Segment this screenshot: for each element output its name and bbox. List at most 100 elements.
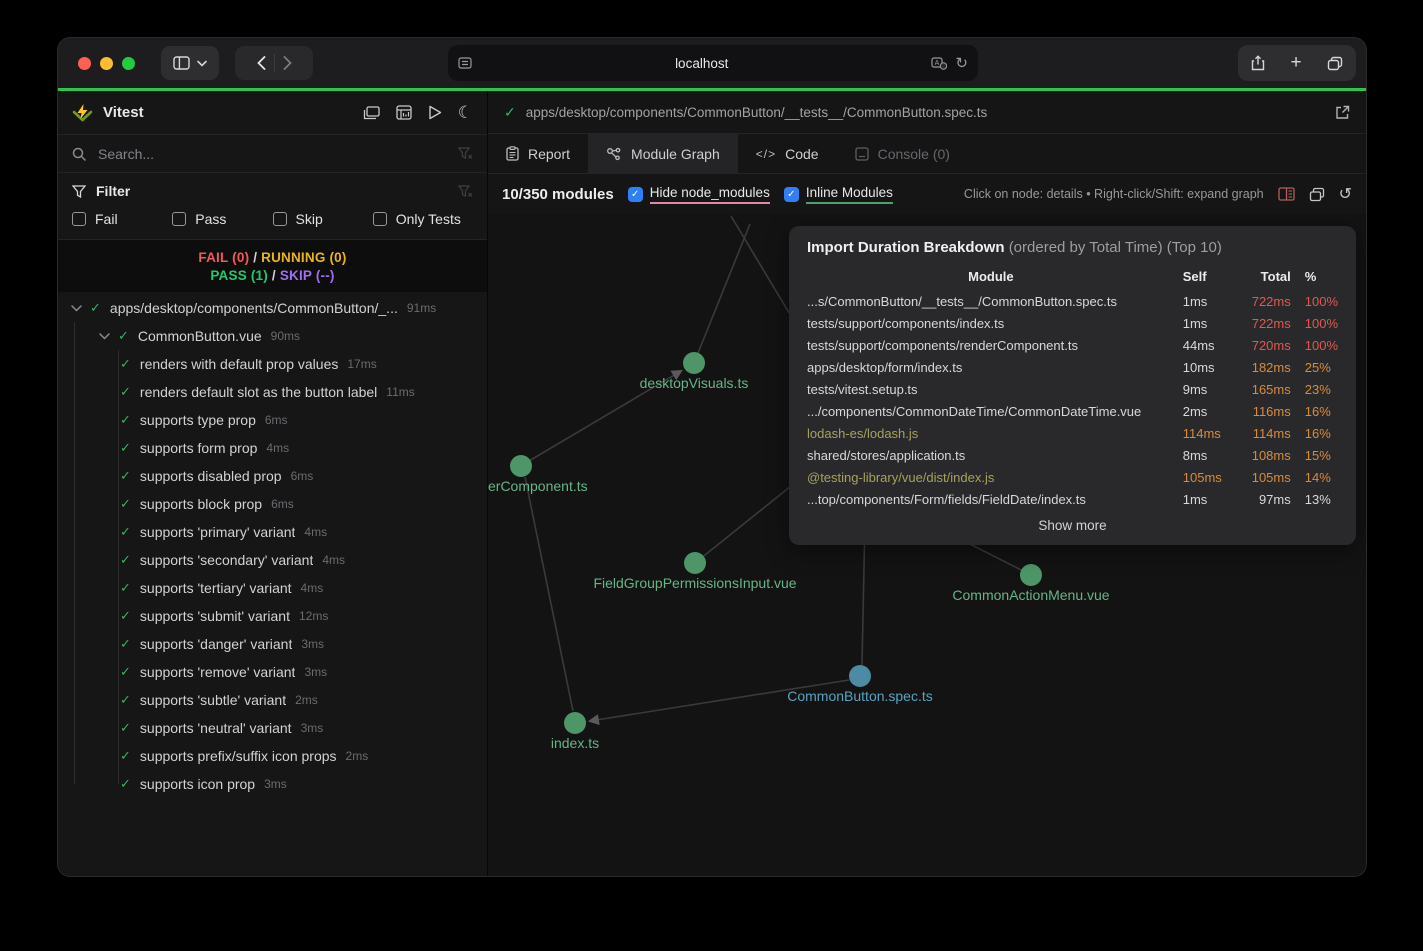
- run-all-icon[interactable]: [428, 105, 442, 120]
- reload-icon[interactable]: ↻: [955, 54, 968, 72]
- test-label: supports form prop: [140, 440, 258, 456]
- tab-module-graph[interactable]: Module Graph: [588, 134, 738, 173]
- reader-icon[interactable]: [458, 57, 472, 69]
- tab-console-0[interactable]: Console (0): [837, 134, 968, 173]
- clear-search-filter-icon[interactable]: [458, 147, 473, 160]
- new-tab-icon[interactable]: +: [1290, 52, 1301, 74]
- pass-check-icon: ✓: [120, 468, 131, 484]
- duration-row[interactable]: .../components/CommonDateTime/CommonDate…: [807, 400, 1338, 422]
- dark-mode-icon[interactable]: ☾: [458, 103, 473, 123]
- hide-node-modules-toggle[interactable]: ✓ Hide node_modules: [628, 185, 770, 204]
- brand-label: Vitest: [103, 104, 144, 121]
- test-label: supports type prop: [140, 412, 256, 428]
- test-case-row[interactable]: ✓supports 'submit' variant12ms: [58, 602, 487, 630]
- hide-node-modules-label: Hide node_modules: [650, 185, 770, 204]
- view-tabs: ReportModule Graph</>CodeConsole (0): [488, 134, 1366, 174]
- duration-row[interactable]: shared/stores/application.ts8ms108ms15%: [807, 444, 1338, 466]
- graph-node-fieldgrouppermissionsinput-vue[interactable]: [684, 552, 706, 574]
- percent: 25%: [1291, 356, 1338, 378]
- coverage-icon[interactable]: [396, 105, 412, 120]
- duration-row[interactable]: tests/support/components/index.ts1ms722m…: [807, 312, 1338, 334]
- open-external-icon[interactable]: [1335, 105, 1350, 120]
- test-case-row[interactable]: ✓supports form prop4ms: [58, 434, 487, 462]
- tab-report[interactable]: Report: [488, 134, 588, 173]
- sidebar-toggle-button[interactable]: [161, 46, 219, 80]
- dashboard-windows-icon[interactable]: [363, 106, 380, 120]
- module-path: apps/desktop/form/index.ts: [807, 356, 1175, 378]
- clear-filter-icon[interactable]: [458, 185, 473, 198]
- graph-node-label: desktopVisuals.ts: [640, 375, 749, 391]
- test-label: supports prefix/suffix icon props: [140, 748, 337, 764]
- test-case-row[interactable]: ✓supports type prop6ms: [58, 406, 487, 434]
- test-case-row[interactable]: ✓renders with default prop values17ms: [58, 350, 487, 378]
- test-case-row[interactable]: ✓supports prefix/suffix icon props2ms: [58, 742, 487, 770]
- graph-node-label: erComponent.ts: [488, 478, 588, 494]
- test-duration: 2ms: [346, 749, 369, 763]
- duration-row[interactable]: ...top/components/Form/fields/FieldDate/…: [807, 488, 1338, 510]
- duration-row[interactable]: tests/support/components/renderComponent…: [807, 334, 1338, 356]
- test-case-row[interactable]: ✓supports 'primary' variant4ms: [58, 518, 487, 546]
- duration-row[interactable]: ...s/CommonButton/__tests__/CommonButton…: [807, 290, 1338, 312]
- test-case-row[interactable]: ✓supports 'tertiary' variant4ms: [58, 574, 487, 602]
- test-case-row[interactable]: ✓supports 'subtle' variant2ms: [58, 686, 487, 714]
- close-button[interactable]: [78, 57, 91, 70]
- percent: 13%: [1291, 488, 1338, 510]
- graph-node-commonactionmenu-vue[interactable]: [1020, 564, 1042, 586]
- test-label: supports 'secondary' variant: [140, 552, 313, 568]
- test-label: supports 'danger' variant: [140, 636, 292, 652]
- duration-row[interactable]: @testing-library/vue/dist/index.js105ms1…: [807, 466, 1338, 488]
- test-case-row[interactable]: ✓supports 'remove' variant3ms: [58, 658, 487, 686]
- graph-node-ercomponent-ts[interactable]: [510, 455, 532, 477]
- graph-node-commonbutton-spec-ts[interactable]: [849, 665, 871, 687]
- translate-icon[interactable]: A: [931, 57, 947, 70]
- total-time: 105ms: [1229, 466, 1291, 488]
- chevron-down-icon[interactable]: [68, 305, 84, 312]
- address-bar[interactable]: localhost A ↻: [448, 45, 978, 81]
- test-duration: 4ms: [322, 553, 345, 567]
- pass-check-icon: ✓: [118, 328, 129, 344]
- duration-row[interactable]: apps/desktop/form/index.ts10ms182ms25%: [807, 356, 1338, 378]
- filter-checkbox-skip[interactable]: Skip: [273, 211, 373, 227]
- test-case-row[interactable]: ✓supports block prop6ms: [58, 490, 487, 518]
- show-more-button[interactable]: Show more: [807, 510, 1338, 533]
- graph-node-index-ts[interactable]: [564, 712, 586, 734]
- module-path: .../components/CommonDateTime/CommonDate…: [807, 400, 1175, 422]
- filter-checkbox-pass[interactable]: Pass: [172, 211, 272, 227]
- filter-checkbox-fail[interactable]: Fail: [72, 211, 172, 227]
- total-time: 97ms: [1229, 488, 1291, 510]
- duration-row[interactable]: tests/vitest.setup.ts9ms165ms23%: [807, 378, 1338, 400]
- test-suite-row[interactable]: ✓CommonButton.vue90ms: [58, 322, 487, 350]
- test-case-row[interactable]: ✓supports icon prop3ms: [58, 770, 487, 798]
- pass-check-icon: ✓: [120, 440, 131, 456]
- zoom-button[interactable]: [122, 57, 135, 70]
- legend-book-icon[interactable]: [1278, 187, 1295, 201]
- test-case-row[interactable]: ✓supports 'secondary' variant4ms: [58, 546, 487, 574]
- test-case-row[interactable]: ✓supports 'danger' variant3ms: [58, 630, 487, 658]
- search-bar[interactable]: Search...: [58, 134, 487, 173]
- chevron-down-icon[interactable]: [96, 333, 112, 340]
- import-duration-panel: Import Duration Breakdown (ordered by To…: [789, 226, 1356, 545]
- test-case-row[interactable]: ✓supports 'neutral' variant3ms: [58, 714, 487, 742]
- inline-modules-label: Inline Modules: [806, 185, 893, 204]
- forward-button[interactable]: [283, 56, 292, 70]
- duration-row[interactable]: lodash-es/lodash.js114ms114ms16%: [807, 422, 1338, 444]
- total-time: 720ms: [1229, 334, 1291, 356]
- share-icon[interactable]: [1251, 55, 1265, 71]
- module-graph-canvas[interactable]: desktopVisuals.tserComponent.tsFieldGrou…: [488, 214, 1366, 876]
- test-case-row[interactable]: ✓supports disabled prop6ms: [58, 462, 487, 490]
- inline-modules-toggle[interactable]: ✓ Inline Modules: [784, 185, 893, 204]
- module-path: tests/vitest.setup.ts: [807, 378, 1175, 400]
- tab-overview-icon[interactable]: [1327, 56, 1343, 71]
- windows-restore-icon[interactable]: [1309, 187, 1325, 202]
- search-input[interactable]: Search...: [98, 146, 446, 162]
- test-case-row[interactable]: ✓renders default slot as the button labe…: [58, 378, 487, 406]
- reset-rotate-icon[interactable]: ↺: [1339, 184, 1352, 204]
- vitest-brand: Vitest: [72, 103, 144, 123]
- minimize-button[interactable]: [100, 57, 113, 70]
- test-file-row[interactable]: ✓apps/desktop/components/CommonButton/_.…: [58, 294, 487, 322]
- graph-node-desktopvisuals-ts[interactable]: [683, 352, 705, 374]
- back-button[interactable]: [257, 56, 266, 70]
- filter-checkbox-only-tests[interactable]: Only Tests: [373, 211, 473, 227]
- test-duration: 3ms: [304, 665, 327, 679]
- tab-code[interactable]: </>Code: [738, 134, 837, 173]
